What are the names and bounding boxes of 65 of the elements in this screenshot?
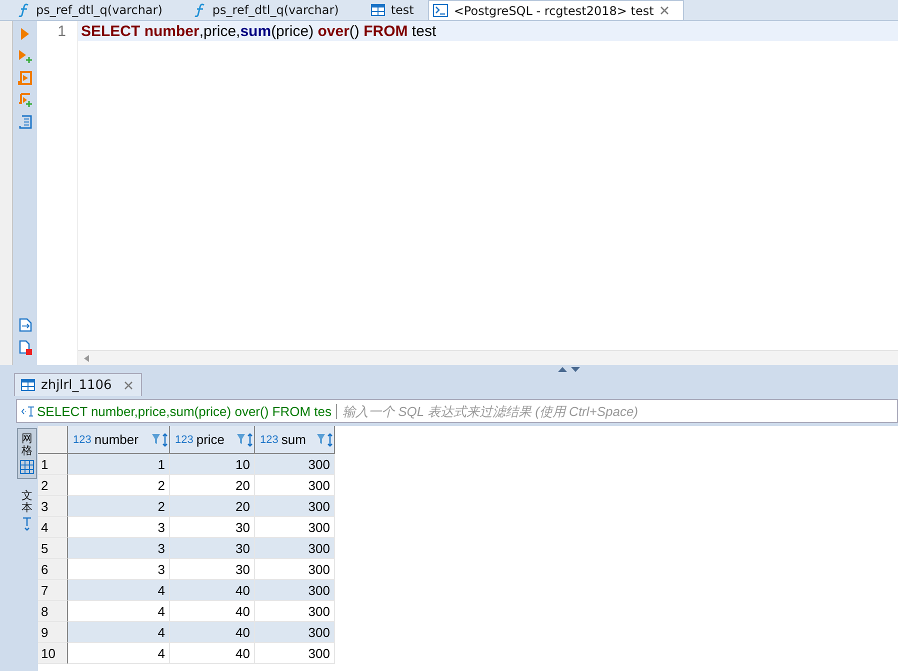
horizontal-scrollbar[interactable] [78, 350, 898, 365]
column-header[interactable]: 123 price [170, 426, 255, 454]
table-cell: 300 [255, 643, 335, 664]
table-icon [21, 379, 35, 391]
row-number[interactable]: 2 [38, 475, 68, 496]
console-icon [432, 4, 448, 17]
table-cell: 20 [170, 496, 255, 517]
table-cell: 300 [255, 622, 335, 643]
table-cell: 30 [170, 538, 255, 559]
row-number[interactable]: 5 [38, 538, 68, 559]
function-icon [18, 3, 30, 17]
table-cell: 40 [170, 643, 255, 664]
close-icon[interactable] [660, 6, 669, 15]
script-icon[interactable] [18, 115, 32, 129]
table-cell: 300 [255, 538, 335, 559]
run-new-tab-icon[interactable] [18, 49, 32, 63]
editor-tab[interactable]: test [352, 0, 428, 20]
editor-tab[interactable]: ps_ref_dtl_q(varchar) [0, 0, 176, 20]
table-cell: 1 [68, 454, 170, 475]
table-cell: 300 [255, 454, 335, 475]
run-icon[interactable] [20, 27, 30, 41]
row-number[interactable]: 6 [38, 559, 68, 580]
table-cell: 4 [68, 580, 170, 601]
run-script-new-tab-icon[interactable] [18, 93, 32, 107]
row-number[interactable]: 4 [38, 517, 68, 538]
header-corner [38, 426, 68, 454]
filter-sort-icon[interactable] [151, 432, 169, 446]
table-cell: 2 [68, 496, 170, 517]
view-tab[interactable]: 文本 [17, 485, 37, 536]
filter-field[interactable]: SELECT number,price,sum(price) over() FROM tes 输入一个 SQL 表达式来过滤结果 (使用 Ctrl+Space) [16, 399, 898, 423]
scroll-left-icon[interactable] [84, 354, 89, 362]
text-icon [22, 517, 32, 532]
line-number: 1 [56, 22, 67, 40]
table-cell: 4 [68, 622, 170, 643]
row-number[interactable]: 7 [38, 580, 68, 601]
filter-sort-icon[interactable] [236, 432, 254, 446]
row-number[interactable]: 9 [38, 622, 68, 643]
filter-input[interactable]: 输入一个 SQL 表达式来过滤结果 (使用 Ctrl+Space) [336, 402, 897, 420]
table-cell: 300 [255, 496, 335, 517]
row-number[interactable]: 10 [38, 643, 68, 664]
function-icon [194, 3, 206, 17]
table-cell: 10 [170, 454, 255, 475]
row-number[interactable]: 3 [38, 496, 68, 517]
table-cell: 40 [170, 622, 255, 643]
table-cell: 3 [68, 538, 170, 559]
close-icon[interactable] [124, 380, 133, 390]
view-tab[interactable]: 网格 [17, 428, 37, 480]
export-icon[interactable] [18, 318, 32, 332]
text-cursor-icon [21, 406, 35, 416]
table-cell: 40 [170, 580, 255, 601]
column-header[interactable]: 123 number [68, 426, 170, 454]
column-header[interactable]: 123 sum [255, 426, 335, 454]
run-script-icon[interactable] [18, 71, 32, 85]
table-cell: 4 [68, 643, 170, 664]
row-number[interactable]: 1 [38, 454, 68, 475]
results-tab[interactable]: zhjlrl_1106 [14, 373, 142, 396]
table-cell: 300 [255, 580, 335, 601]
query-text: SELECT number,price,sum(price) over() FROM tes [17, 404, 336, 418]
editor-tab[interactable]: <PostgreSQL - rcgtest2018> test [428, 0, 684, 20]
editor-tab[interactable]: ps_ref_dtl_q(varchar) [176, 0, 353, 20]
filter-sort-icon[interactable] [316, 432, 334, 446]
row-number[interactable]: 8 [38, 601, 68, 622]
table-icon [370, 4, 385, 16]
grid-icon [20, 460, 34, 474]
error-file-icon[interactable] [18, 340, 32, 355]
